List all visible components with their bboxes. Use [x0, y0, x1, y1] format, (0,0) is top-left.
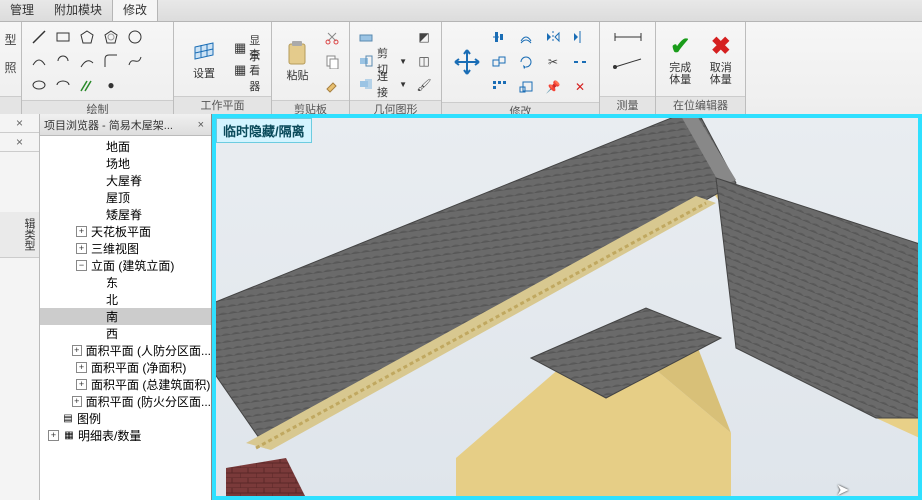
polygon-circumscribed-tool[interactable]: [100, 26, 122, 48]
line-tool[interactable]: [28, 26, 50, 48]
trim-button[interactable]: ✂: [542, 51, 564, 73]
delete-button[interactable]: ✕: [569, 76, 591, 98]
setplane-button[interactable]: 设置: [180, 26, 228, 92]
move-button[interactable]: [448, 29, 484, 95]
copy-modify-button[interactable]: [488, 51, 510, 73]
panel-title-inplace: 在位编辑器: [656, 96, 745, 114]
polygon-inscribed-tool[interactable]: [76, 26, 98, 48]
ribbon-tabs: 管理 附加模块 修改: [0, 0, 922, 22]
paste-button[interactable]: 粘贴: [278, 28, 317, 94]
copy-button[interactable]: [321, 50, 343, 72]
measure-button[interactable]: [608, 52, 648, 74]
expand-toggle[interactable]: +: [72, 396, 82, 407]
arc-start-end-tool[interactable]: [28, 50, 50, 72]
planeviewer-button[interactable]: ▦查看器: [232, 60, 266, 80]
panel-title-measure: 测量: [600, 96, 655, 114]
project-browser-pane: 项目浏览器 - 简易木屋架... × 地面 场地 大屋脊 屋顶 矮屋脊 +天花板…: [40, 114, 212, 500]
expand-toggle[interactable]: +: [76, 243, 87, 254]
finish-mass-button[interactable]: ✔ 完成 体量: [662, 26, 699, 92]
partial-ellipse-tool[interactable]: [52, 74, 74, 96]
tab-modify[interactable]: 修改: [112, 0, 158, 21]
circle-tool[interactable]: [124, 26, 146, 48]
browser-close-button[interactable]: ×: [195, 119, 207, 131]
ellipse-tool[interactable]: [28, 74, 50, 96]
point-tool[interactable]: ●: [100, 74, 122, 96]
aligned-dim-button[interactable]: [608, 26, 648, 48]
viewer-icon: ▦: [234, 62, 246, 78]
rect-tool[interactable]: [52, 26, 74, 48]
3d-viewport[interactable]: 临时隐藏/隔离: [212, 114, 922, 500]
expand-toggle[interactable]: +: [76, 362, 87, 373]
grid-plane-icon: [190, 38, 218, 66]
x-icon: ✖: [707, 32, 735, 60]
reference-button[interactable]: 照: [0, 56, 22, 78]
spline-tool[interactable]: [124, 50, 146, 72]
scale-button[interactable]: [515, 76, 537, 98]
pin-button[interactable]: 📌: [542, 76, 564, 98]
project-browser-tree[interactable]: 地面 场地 大屋脊 屋顶 矮屋脊 +天花板平面 +三维视图 −立面 (建筑立面)…: [40, 136, 211, 500]
cancel-mass-button[interactable]: ✖ 取消 体量: [703, 26, 740, 92]
mirror-axis-button[interactable]: [542, 26, 564, 48]
tab-manage[interactable]: 管理: [0, 0, 44, 21]
pick-lines-tool[interactable]: [76, 74, 98, 96]
workspace: × × 辑类型 项目浏览器 - 简易木屋架... × 地面 场地 大屋脊 屋顶 …: [0, 114, 922, 500]
rotate-button[interactable]: [515, 51, 537, 73]
wall-opening-icon[interactable]: ◩: [413, 26, 435, 48]
join-icon: [358, 76, 374, 92]
properties-dock: × × 辑类型: [0, 114, 40, 500]
paint-icon[interactable]: 🖌: [413, 74, 435, 96]
dock-close-button-2[interactable]: ×: [0, 133, 39, 152]
element-type-button[interactable]: 型: [0, 28, 22, 50]
expand-toggle[interactable]: +: [76, 379, 87, 390]
split-face-icon[interactable]: ◫: [413, 50, 435, 72]
array-button[interactable]: [488, 76, 510, 98]
mirror-draw-button[interactable]: [569, 26, 591, 48]
arc-tangent-tool[interactable]: [76, 50, 98, 72]
collapse-toggle[interactable]: −: [76, 260, 87, 271]
check-icon: ✔: [666, 32, 694, 60]
join-button[interactable]: 连接▼: [356, 74, 409, 94]
dock-close-button[interactable]: ×: [0, 114, 39, 133]
project-browser-header[interactable]: 项目浏览器 - 简易木屋架... ×: [40, 114, 211, 136]
tab-addins[interactable]: 附加模块: [44, 0, 112, 21]
split-button[interactable]: [569, 51, 591, 73]
expand-toggle[interactable]: +: [76, 226, 87, 237]
cut-geom-icon: [358, 53, 374, 69]
cope-icon: [358, 30, 374, 46]
offset-button[interactable]: [515, 26, 537, 48]
ribbon-body: 型 照: [0, 22, 922, 114]
matchtype-button[interactable]: [321, 74, 343, 96]
expand-toggle[interactable]: +: [48, 430, 59, 441]
sheet-icon: ▤: [62, 413, 74, 425]
edit-type-tab[interactable]: 辑类型: [0, 212, 39, 258]
arc-fillet-tool[interactable]: [100, 50, 122, 72]
house-model: [212, 114, 922, 500]
align-button[interactable]: [488, 26, 510, 48]
clipboard-icon: [284, 40, 312, 68]
panel-title-workplane: 工作平面: [174, 96, 271, 114]
schedule-icon: ▦: [63, 430, 75, 442]
cut-button[interactable]: [321, 26, 343, 48]
ribbon: 管理 附加模块 修改 型 照: [0, 0, 922, 115]
move-icon: [452, 48, 480, 76]
expand-toggle[interactable]: +: [72, 345, 82, 356]
draw-tools-grid: ●: [28, 26, 146, 96]
arc-center-tool[interactable]: [52, 50, 74, 72]
grid-icon: ▦: [234, 40, 246, 56]
